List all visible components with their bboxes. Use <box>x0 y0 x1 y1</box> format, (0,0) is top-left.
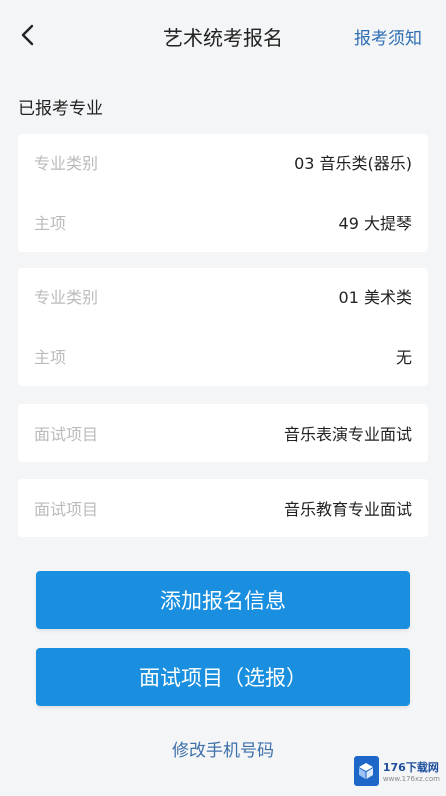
row-major-category: 专业类别 01 美术类 <box>18 276 428 316</box>
interview-card-2: 面试项目 音乐教育专业面试 <box>18 479 428 537</box>
row-label: 面试项目 <box>34 500 99 519</box>
row-value: 03 音乐类(器乐) <box>294 154 412 173</box>
row-value: 01 美术类 <box>338 288 412 307</box>
chevron-left-icon <box>21 24 34 46</box>
row-value: 音乐表演专业面试 <box>283 425 412 444</box>
row-interview-item: 面试项目 音乐表演专业面试 <box>18 413 428 453</box>
row-main-item: 主项 49 大提琴 <box>18 202 428 242</box>
cube-logo-icon <box>354 756 379 786</box>
back-button[interactable] <box>14 22 40 48</box>
section-title: 已报考专业 <box>18 99 103 119</box>
row-value: 49 大提琴 <box>338 214 412 233</box>
row-value: 音乐教育专业面试 <box>283 500 412 519</box>
header-bar: 艺术统考报名 报考须知 <box>0 0 446 72</box>
add-registration-button[interactable]: 添加报名信息 <box>36 571 410 629</box>
major-card-2: 专业类别 01 美术类 主项 无 <box>18 268 428 386</box>
notice-link[interactable]: 报考须知 <box>354 24 422 49</box>
interview-card-1: 面试项目 音乐表演专业面试 <box>18 404 428 462</box>
row-label: 面试项目 <box>34 425 99 444</box>
watermark-url: www.176xz.com <box>382 775 440 783</box>
row-label: 主项 <box>34 214 67 233</box>
row-major-category: 专业类别 03 音乐类(器乐) <box>18 142 428 182</box>
row-value: 无 <box>395 348 412 367</box>
interview-select-button[interactable]: 面试项目（选报） <box>36 648 410 706</box>
row-interview-item: 面试项目 音乐教育专业面试 <box>18 488 428 528</box>
row-label: 专业类别 <box>34 288 99 307</box>
row-label: 主项 <box>34 348 67 367</box>
row-main-item: 主项 无 <box>18 336 428 376</box>
watermark: 176下载网 www.176xz.com <box>354 750 440 792</box>
row-label: 专业类别 <box>34 154 99 173</box>
watermark-text: 176下载网 <box>382 761 439 774</box>
major-card-1: 专业类别 03 音乐类(器乐) 主项 49 大提琴 <box>18 134 428 252</box>
